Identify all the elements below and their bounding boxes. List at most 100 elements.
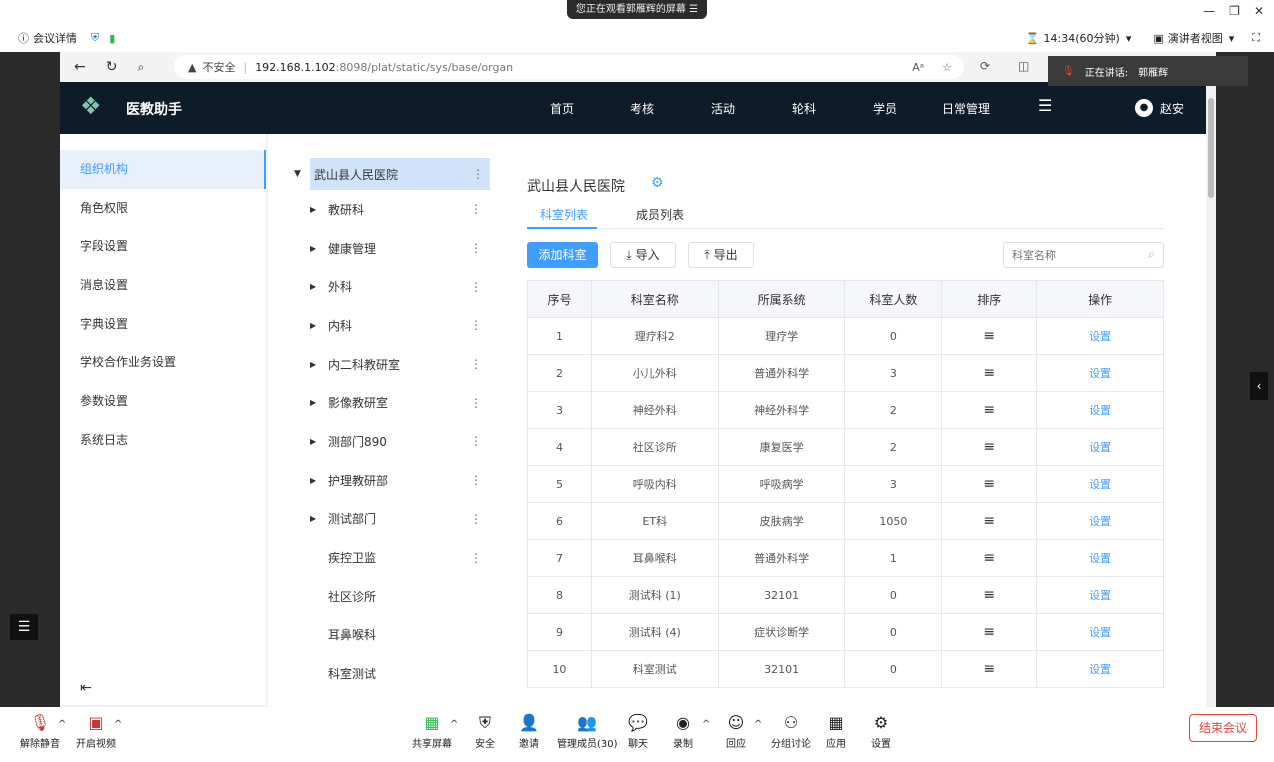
drag-handle-icon[interactable]: ≡ xyxy=(941,354,1038,392)
sidebar-item-messages[interactable]: 消息设置 xyxy=(60,266,266,305)
drag-handle-icon[interactable]: ≡ xyxy=(941,428,1038,466)
tree-node[interactable]: 社区诊所 xyxy=(286,577,490,616)
row-settings-link[interactable]: 设置 xyxy=(1036,317,1164,355)
start-video-button[interactable]: ▣ 开启视频 xyxy=(76,711,116,750)
close-icon[interactable]: ✕ xyxy=(1254,4,1264,18)
tree-node[interactable]: ▶ 内二科教研室 ⋮ xyxy=(286,345,490,384)
reload-icon[interactable]: ↻ xyxy=(106,59,118,75)
sidebar-item-school-coop[interactable]: 学校合作业务设置 xyxy=(60,343,266,383)
tree-node[interactable]: ▶ 测部门890 ⋮ xyxy=(286,422,490,461)
reactions-button[interactable]: ☺ 回应 xyxy=(726,711,746,750)
scrollbar-thumb[interactable] xyxy=(1208,98,1214,198)
favorite-icon[interactable]: ☆ xyxy=(942,61,952,74)
chat-button[interactable]: 💬 聊天 xyxy=(628,711,648,750)
search-icon[interactable]: ⌕ xyxy=(1148,247,1155,262)
sidebar-item-roles[interactable]: 角色权限 xyxy=(60,188,266,228)
screen-share-banner[interactable]: 您正在观看郭雁辉的屏幕 ☰ xyxy=(567,0,707,19)
tree-root[interactable]: ▼ 武山县人民医院 ⋮ xyxy=(294,158,490,190)
nav-home[interactable]: 首页 xyxy=(550,100,574,117)
export-button[interactable]: ⤒ 导出 xyxy=(688,242,754,268)
end-meeting-button[interactable]: 结束会议 xyxy=(1189,714,1257,742)
row-settings-link[interactable]: 设置 xyxy=(1036,502,1164,540)
caret-right-icon[interactable]: ▶ xyxy=(310,514,316,523)
more-icon[interactable]: ⋮ xyxy=(470,202,482,216)
split-icon[interactable]: ◫ xyxy=(1018,59,1029,73)
tree-node[interactable]: ▶ 内科 ⋮ xyxy=(286,306,490,345)
tree-node[interactable]: 科室测试 xyxy=(286,654,490,693)
row-settings-link[interactable]: 设置 xyxy=(1036,354,1164,392)
search-icon[interactable]: ⌕ xyxy=(137,60,144,75)
more-icon[interactable]: ⋮ xyxy=(470,357,482,371)
sidebar-item-dictionary[interactable]: 字典设置 xyxy=(60,304,266,344)
drag-handle-icon[interactable]: ≡ xyxy=(941,391,1038,429)
shield-icon[interactable]: ⛨ xyxy=(91,31,99,45)
tree-node[interactable]: 耳鼻喉科 xyxy=(286,616,490,655)
tree-node[interactable]: ▶ 影像教研室 ⋮ xyxy=(286,383,490,422)
drag-handle-icon[interactable]: ≡ xyxy=(941,650,1038,688)
nav-exam[interactable]: 考核 xyxy=(630,100,654,117)
caret-right-icon[interactable]: ▶ xyxy=(310,205,316,214)
chevron-up-icon[interactable]: ^ xyxy=(58,719,66,730)
drag-handle-icon[interactable]: ≡ xyxy=(941,576,1038,614)
chevron-up-icon[interactable]: ^ xyxy=(114,719,122,730)
restore-icon[interactable]: ❐ xyxy=(1229,4,1240,18)
read-aloud-icon[interactable]: Aᵃ xyxy=(912,61,924,74)
nav-students[interactable]: 学员 xyxy=(873,100,897,117)
tree-node[interactable]: ▶ 教研科 ⋮ xyxy=(286,190,490,229)
tab-departments[interactable]: 科室列表 xyxy=(540,206,588,223)
search-input[interactable] xyxy=(1012,244,1142,266)
more-icon[interactable]: ⋮ xyxy=(470,396,482,410)
caret-right-icon[interactable]: ▶ xyxy=(310,476,316,485)
user-name[interactable]: 赵安 xyxy=(1160,100,1184,117)
sidebar-item-params[interactable]: 参数设置 xyxy=(60,382,266,421)
more-icon[interactable]: ⋮ xyxy=(470,318,482,332)
nav-activity[interactable]: 活动 xyxy=(711,100,735,117)
drag-handle-icon[interactable]: ≡ xyxy=(941,539,1038,577)
sidebar-item-fields[interactable]: 字段设置 xyxy=(60,227,266,267)
apps-button[interactable]: ▦ 应用 xyxy=(826,711,846,750)
menu-toggle-icon[interactable]: ☰ xyxy=(1038,96,1052,115)
row-settings-link[interactable]: 设置 xyxy=(1036,650,1164,688)
drag-handle-icon[interactable]: ≡ xyxy=(941,502,1038,540)
more-icon[interactable]: ⋮ xyxy=(472,167,484,181)
more-icon[interactable]: ⋮ xyxy=(470,473,482,487)
settings-button[interactable]: ⚙ 设置 xyxy=(871,711,891,750)
record-button[interactable]: ◉ 录制 xyxy=(673,711,693,750)
caret-right-icon[interactable]: ▶ xyxy=(310,244,316,253)
meeting-info-button[interactable]: 会议详情 xyxy=(33,30,77,46)
more-icon[interactable]: ⋮ xyxy=(470,551,482,565)
list-icon[interactable]: ☰ xyxy=(10,614,38,640)
caret-right-icon[interactable]: ▶ xyxy=(310,398,316,407)
more-icon[interactable]: ⋮ xyxy=(470,280,482,294)
url-input[interactable]: ▲ 不安全 | 192.168.1.102:8098/plat/static/s… xyxy=(174,55,964,79)
caret-right-icon[interactable]: ▶ xyxy=(310,360,316,369)
chevron-up-icon[interactable]: ^ xyxy=(450,719,458,730)
more-icon[interactable]: ⋮ xyxy=(470,241,482,255)
row-settings-link[interactable]: 设置 xyxy=(1036,391,1164,429)
tree-node[interactable]: ▶ 测试部门 ⋮ xyxy=(286,500,490,539)
caret-right-icon[interactable]: ▶ xyxy=(310,437,316,446)
gear-icon[interactable]: ⚙ xyxy=(651,175,664,191)
caret-right-icon[interactable]: ▶ xyxy=(310,282,316,291)
tab-members[interactable]: 成员列表 xyxy=(636,206,684,223)
row-settings-link[interactable]: 设置 xyxy=(1036,465,1164,503)
invite-button[interactable]: 👤 邀请 xyxy=(519,711,539,750)
row-settings-link[interactable]: 设置 xyxy=(1036,539,1164,577)
breakout-button[interactable]: ⚇ 分组讨论 xyxy=(771,711,811,750)
more-icon[interactable]: ⋮ xyxy=(470,434,482,448)
minimize-icon[interactable]: — xyxy=(1203,4,1215,18)
chevron-left-icon[interactable]: ‹ xyxy=(1250,372,1268,400)
drag-handle-icon[interactable]: ≡ xyxy=(941,465,1038,503)
avatar[interactable]: ● xyxy=(1135,99,1153,117)
caret-down-icon[interactable]: ▼ xyxy=(294,169,301,179)
tree-node[interactable]: ▶ 健康管理 ⋮ xyxy=(286,229,490,268)
row-settings-link[interactable]: 设置 xyxy=(1036,576,1164,614)
chevron-down-icon[interactable]: ▾ xyxy=(1229,32,1235,45)
share-screen-button[interactable]: ▦ 共享屏幕 xyxy=(412,711,452,750)
unmute-button[interactable]: 🎙 解除静音 xyxy=(20,711,60,750)
chevron-up-icon[interactable]: ^ xyxy=(754,719,762,730)
security-button[interactable]: ⛨ 安全 xyxy=(475,711,495,750)
import-button[interactable]: ⤓ 导入 xyxy=(610,242,676,268)
more-icon[interactable]: ⋮ xyxy=(470,512,482,526)
caret-right-icon[interactable]: ▶ xyxy=(310,321,316,330)
